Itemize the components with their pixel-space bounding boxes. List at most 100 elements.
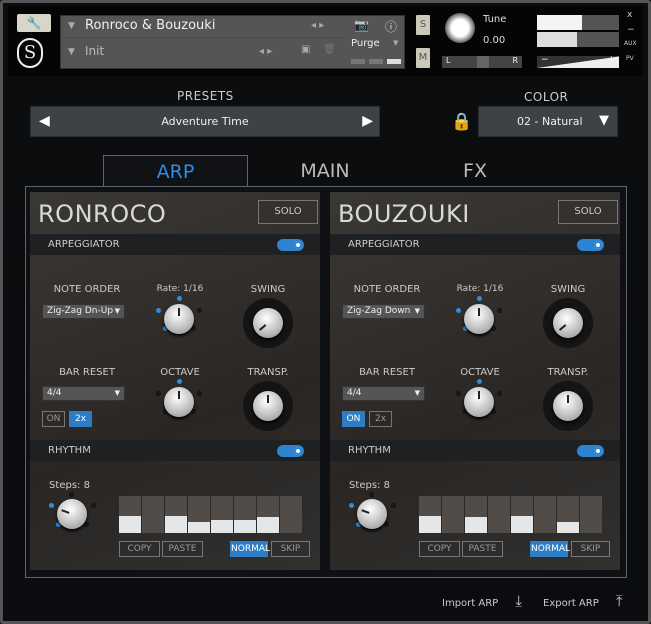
skip-button[interactable]: SKIP — [271, 541, 310, 557]
step-fill — [234, 520, 256, 533]
mute-button[interactable]: M — [416, 48, 430, 68]
skip-button[interactable]: SKIP — [571, 541, 610, 557]
pan-right-label: R — [512, 56, 518, 65]
octave-knob[interactable] — [164, 387, 194, 417]
step-bar[interactable] — [557, 496, 579, 533]
step-sequencer[interactable] — [419, 496, 602, 533]
volume-plus[interactable]: + — [607, 55, 615, 65]
rate-knob[interactable] — [164, 304, 194, 334]
step-bar[interactable] — [188, 496, 210, 533]
color-value: 02 - Natural — [517, 115, 583, 128]
tab-arp[interactable]: ARP — [103, 155, 248, 186]
lock-icon[interactable]: 🔒 — [451, 112, 472, 132]
paste-button[interactable]: PASTE — [162, 541, 203, 557]
import-arp-button[interactable]: Import ARP ⤓ — [442, 592, 522, 610]
step-bar[interactable] — [442, 496, 464, 533]
octave-knob[interactable] — [464, 387, 494, 417]
prev-next-snapshot[interactable]: ◂ ▸ — [259, 46, 272, 57]
step-bar[interactable] — [119, 496, 141, 533]
step-bar[interactable] — [142, 496, 164, 533]
rhythm-toggle[interactable] — [277, 445, 304, 457]
bar-reset-dropdown[interactable]: 4/4▼ — [342, 386, 425, 401]
purge-chevron-icon[interactable]: ▼ — [393, 39, 398, 47]
solo-button[interactable]: SOLO — [258, 200, 318, 224]
swing-knob[interactable] — [553, 308, 583, 338]
swing-knob[interactable] — [253, 308, 283, 338]
minimize-button[interactable]: − — [627, 25, 635, 35]
steps-label: Steps: 8 — [342, 480, 397, 491]
rate-label: Rate: 1/16 — [440, 284, 520, 294]
copy-button[interactable]: COPY — [419, 541, 460, 557]
note-order-value: Zig-Zag Down — [347, 306, 410, 316]
aux-button[interactable]: AUX — [624, 40, 637, 47]
step-sequencer[interactable] — [119, 496, 302, 533]
purge-dropdown[interactable]: Purge — [351, 38, 380, 49]
step-bar[interactable] — [488, 496, 510, 533]
step-bar[interactable] — [580, 496, 602, 533]
steps-knob[interactable] — [57, 499, 87, 529]
normal-button[interactable]: NORMAL — [230, 541, 268, 557]
info-icon[interactable]: ⓘ — [385, 18, 397, 35]
snapshot-dropdown-icon[interactable]: ▼ — [68, 47, 75, 57]
pv-button[interactable]: PV — [626, 55, 634, 62]
volume-slider[interactable]: −+ — [537, 56, 619, 68]
rhythm-toggle[interactable] — [577, 445, 604, 457]
steps-dot — [391, 503, 396, 508]
step-fill — [557, 522, 579, 533]
rate-knob[interactable] — [464, 304, 494, 334]
chevron-down-icon: ▼ — [415, 305, 420, 318]
step-bar[interactable] — [165, 496, 187, 533]
bar-reset-dropdown[interactable]: 4/4▼ — [42, 386, 125, 401]
bar-reset-on-button[interactable]: ON — [42, 411, 65, 427]
copy-button[interactable]: COPY — [119, 541, 160, 557]
close-button[interactable]: x — [627, 10, 632, 20]
tab-main[interactable]: MAIN — [255, 155, 395, 186]
note-order-dropdown[interactable]: Zig-Zag Down ▼ — [342, 304, 425, 319]
volume-minus[interactable]: − — [541, 55, 549, 65]
bar-reset-value: 4/4 — [47, 388, 61, 398]
export-arp-label: Export ARP — [543, 598, 599, 609]
solo-button[interactable]: SOLO — [558, 200, 618, 224]
wrench-icon[interactable]: 🔧 — [17, 14, 51, 32]
tune-knob[interactable] — [445, 13, 475, 43]
color-dropdown[interactable]: 02 - Natural ▼ — [478, 106, 618, 137]
step-bar[interactable] — [257, 496, 279, 533]
transpose-knob[interactable] — [553, 391, 583, 421]
step-bar[interactable] — [234, 496, 256, 533]
arpeggiator-toggle[interactable] — [577, 239, 604, 251]
octave-dot — [456, 391, 461, 396]
bar-reset-2x-button[interactable]: 2x — [69, 411, 92, 427]
note-order-dropdown[interactable]: Zig-Zag Dn-Up▼ — [42, 304, 125, 319]
instrument-name[interactable]: Ronroco & Bouzouki — [85, 18, 215, 33]
tab-fx[interactable]: FX — [405, 155, 545, 186]
step-bar[interactable] — [419, 496, 441, 533]
normal-button[interactable]: NORMAL — [530, 541, 568, 557]
bar-reset-on-button[interactable]: ON — [342, 411, 365, 427]
rhythm-header: RHYTHM — [30, 440, 320, 461]
solo-button[interactable]: S — [416, 15, 430, 35]
arpeggiator-toggle[interactable] — [277, 239, 304, 251]
preset-next-icon[interactable]: ▶ — [362, 113, 373, 129]
paste-button[interactable]: PASTE — [462, 541, 503, 557]
camera-icon[interactable]: 📷 — [354, 18, 369, 32]
bar-reset-2x-button[interactable]: 2x — [369, 411, 392, 427]
step-bar[interactable] — [511, 496, 533, 533]
prev-next-instrument[interactable]: ◂ ▸ — [311, 20, 324, 31]
export-arp-button[interactable]: Export ARP ⤒ — [543, 592, 623, 610]
pan-slider[interactable]: LR — [442, 56, 522, 68]
snapshot-name[interactable]: Init — [85, 44, 104, 58]
instrument-dropdown-icon[interactable]: ▼ — [68, 21, 75, 31]
delete-icon[interactable]: 🗑 — [323, 44, 336, 55]
chevron-down-icon: ▼ — [115, 305, 120, 318]
step-bar[interactable] — [534, 496, 556, 533]
pan-handle[interactable] — [477, 56, 489, 68]
presets-selector[interactable]: ◀ Adventure Time ▶ — [30, 106, 380, 137]
step-bar[interactable] — [211, 496, 233, 533]
step-bar[interactable] — [465, 496, 487, 533]
steps-knob[interactable] — [357, 499, 387, 529]
transpose-knob[interactable] — [253, 391, 283, 421]
steps-dot — [84, 522, 89, 527]
save-icon[interactable]: ▣ — [301, 44, 310, 55]
steps-dot — [384, 522, 389, 527]
step-bar[interactable] — [280, 496, 302, 533]
